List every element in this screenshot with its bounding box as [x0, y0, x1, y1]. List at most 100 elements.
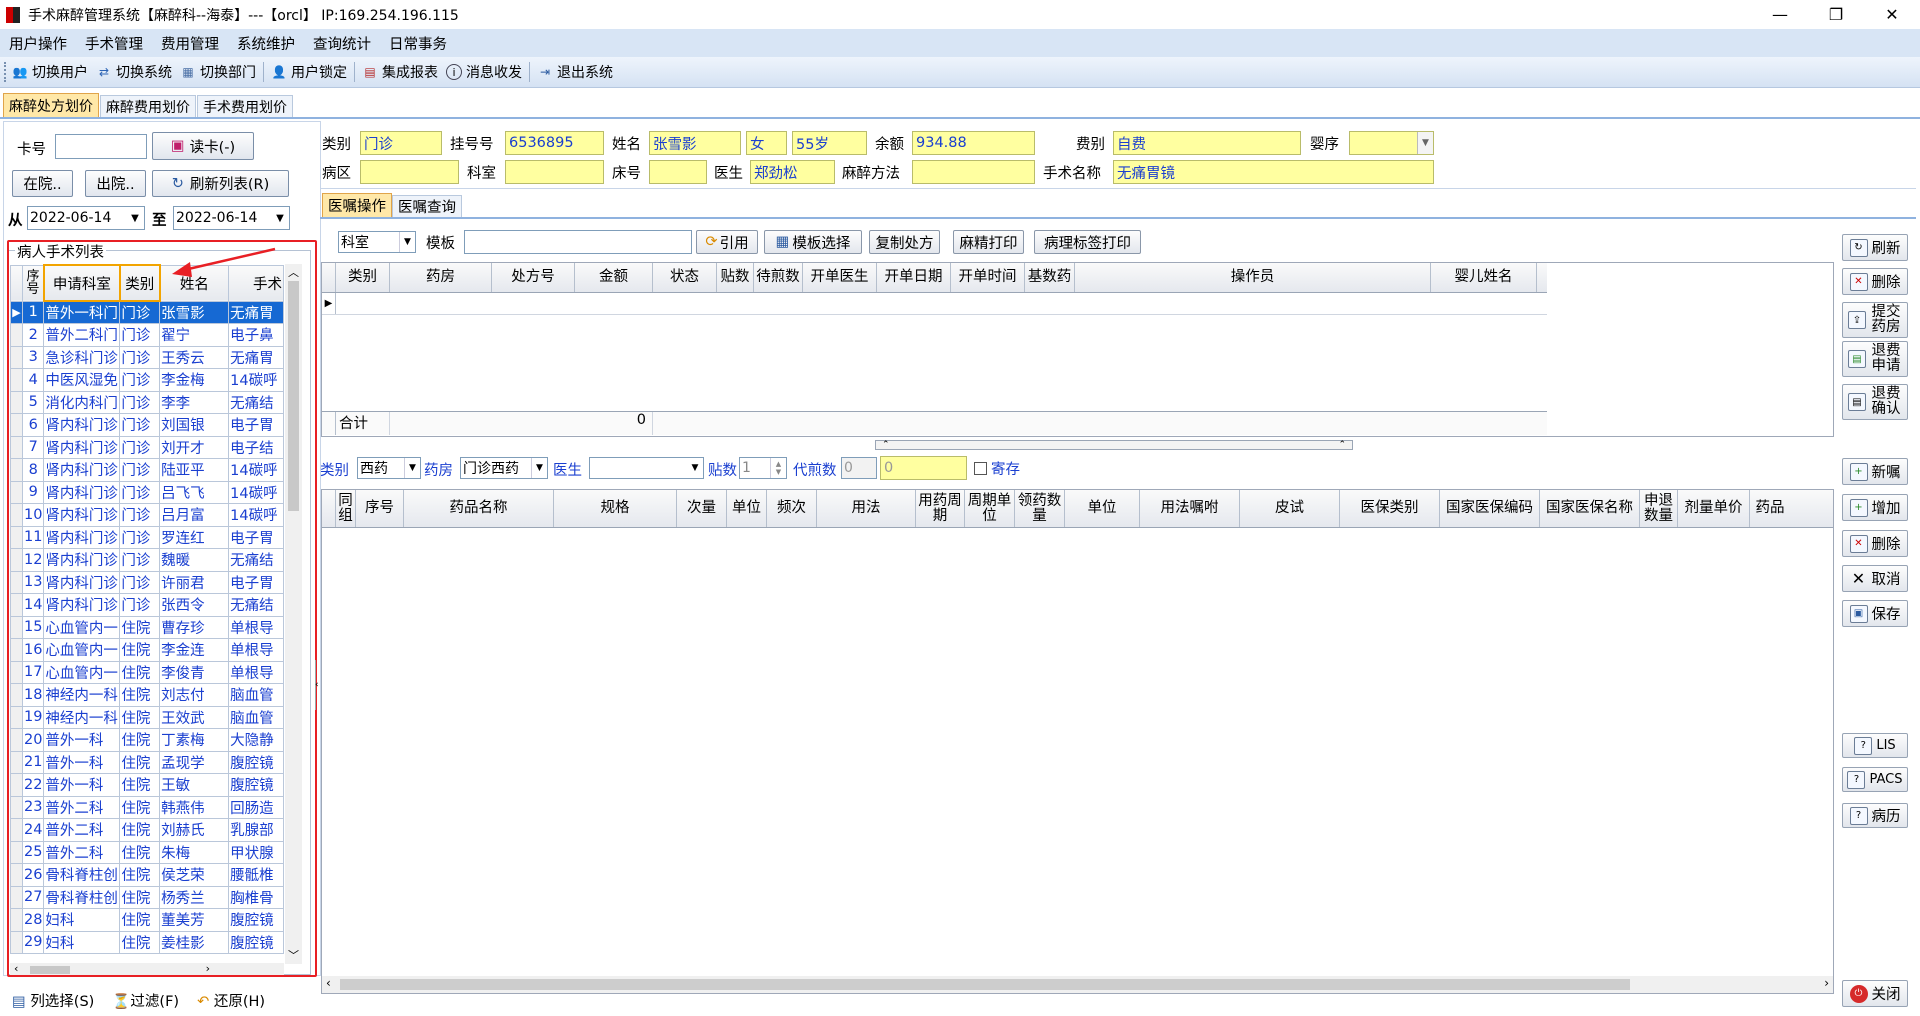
column-header-skin-test[interactable]: 皮试: [1240, 490, 1340, 527]
card-number-input[interactable]: [55, 134, 147, 159]
column-header-group[interactable]: 同组: [336, 490, 356, 527]
tab-anesthesia-fee[interactable]: 麻醉费用划价: [100, 95, 196, 117]
column-header-base-drug[interactable]: 基数药: [1025, 263, 1075, 292]
scroll-right-icon[interactable]: ›: [1824, 976, 1829, 990]
column-header-insurance-code[interactable]: 国家医保编码: [1440, 490, 1540, 527]
restore-button[interactable]: ↶ 还原(H): [197, 990, 265, 1011]
read-card-button[interactable]: ▣ 读卡(-): [152, 132, 254, 160]
column-header-time[interactable]: 开单时间: [951, 263, 1025, 292]
pharmacy-select[interactable]: 门诊西药 ▼: [460, 457, 548, 479]
drug-detail-grid[interactable]: 同组 序号 药品名称 规格 次量 单位 频次 用法 用药周期 周期单位 领药数量…: [321, 489, 1834, 994]
deposit-checkbox[interactable]: 寄存: [974, 458, 1020, 479]
column-header-prescription-no[interactable]: 处方号: [492, 263, 575, 292]
patient-age-field[interactable]: 55岁: [792, 131, 867, 155]
column-header-unit[interactable]: 单位: [727, 490, 767, 527]
column-select-button[interactable]: ▤ 列选择(S): [12, 990, 94, 1011]
fee-type-field[interactable]: 自费: [1113, 131, 1301, 155]
column-header-medication-cycle[interactable]: 用药周期: [916, 490, 965, 527]
column-header-cycle-unit[interactable]: 周期单位: [965, 490, 1015, 527]
drug-type-select[interactable]: 西药 ▼: [357, 457, 421, 479]
bed-field[interactable]: [649, 160, 707, 184]
column-header-infant-name[interactable]: 婴儿姓名: [1431, 263, 1537, 292]
stepper-icon[interactable]: ▲ ▼: [770, 458, 786, 478]
switch-department-button[interactable]: ▦ 切换部门: [176, 62, 260, 82]
narcotic-print-button[interactable]: 麻精打印: [953, 230, 1024, 254]
patient-sex-field[interactable]: 女: [746, 131, 787, 155]
template-input[interactable]: [464, 230, 692, 254]
integrated-report-button[interactable]: ▤ 集成报表: [358, 62, 442, 82]
decoct-amount-field[interactable]: 0: [880, 456, 967, 480]
menu-surgery[interactable]: 手术管理: [76, 33, 152, 54]
department-field[interactable]: [505, 160, 604, 184]
delete-order-button[interactable]: ✕ 删除: [1842, 268, 1908, 295]
column-header-date[interactable]: 开单日期: [877, 263, 951, 292]
refund-confirm-button[interactable]: ▤ 退费确认: [1842, 384, 1908, 420]
order-grid[interactable]: 类别 药房 处方号 金额 状态 贴数 待煎数 开单医生 开单日期 开单时间 基数…: [321, 262, 1834, 437]
doctor-select[interactable]: ▼: [589, 457, 704, 479]
refund-request-button[interactable]: ▤ 退费申请: [1842, 341, 1908, 377]
scroll-left-icon[interactable]: ‹: [326, 976, 331, 990]
horizontal-scrollbar[interactable]: ‹ ›: [322, 976, 1833, 993]
menu-fee[interactable]: 费用管理: [152, 33, 228, 54]
switch-system-button[interactable]: ⇄ 切换系统: [92, 62, 176, 82]
surgery-name-field[interactable]: 无痛胃镜: [1113, 160, 1434, 184]
tab-order-query[interactable]: 医嘱查询: [392, 195, 462, 217]
close-button[interactable]: ⏻ 关闭: [1842, 980, 1908, 1007]
infant-select[interactable]: ▼: [1349, 131, 1434, 155]
doctor-field[interactable]: 郑劲松: [750, 160, 835, 184]
ward-field[interactable]: [360, 160, 459, 184]
column-header-amount[interactable]: 金额: [575, 263, 653, 292]
column-header-instructions[interactable]: 用法嘱咐: [1140, 490, 1240, 527]
menu-user[interactable]: 用户操作: [0, 33, 76, 54]
menu-daily[interactable]: 日常事务: [380, 33, 456, 54]
medical-record-button[interactable]: ? 病历: [1842, 803, 1908, 828]
column-header-pharmacy[interactable]: 药房: [390, 263, 492, 292]
column-header-drug-name[interactable]: 药品名称: [404, 490, 554, 527]
pathology-label-print-button[interactable]: 病理标签打印: [1034, 230, 1141, 254]
new-order-button[interactable]: + 新嘱: [1842, 458, 1908, 485]
column-header-spec[interactable]: 规格: [554, 490, 677, 527]
patient-type-field[interactable]: 门诊: [360, 131, 442, 155]
column-header-drug[interactable]: 药品: [1750, 490, 1790, 527]
filter-button[interactable]: ⏳过滤(F): [112, 990, 179, 1011]
doses-stepper[interactable]: 1 ▲ ▼: [739, 457, 787, 479]
restore-button[interactable]: ❐: [1808, 0, 1864, 29]
pacs-button[interactable]: ? PACS: [1842, 767, 1908, 792]
panel-splitter[interactable]: ⌃ ⌃: [875, 440, 1353, 450]
column-header-refund-qty[interactable]: 申退数量: [1640, 490, 1678, 527]
date-from-picker[interactable]: 2022-06-14 ▼: [27, 206, 145, 230]
decoct-field[interactable]: 0: [841, 457, 877, 479]
minimize-button[interactable]: —: [1752, 0, 1808, 29]
menu-system[interactable]: 系统维护: [228, 33, 304, 54]
column-header-usage[interactable]: 用法: [817, 490, 916, 527]
column-header-type[interactable]: 类别: [336, 263, 390, 292]
order-grid-new-row[interactable]: ▶: [322, 293, 1547, 315]
patient-name-field[interactable]: 张雪影: [649, 131, 741, 155]
column-header-doses[interactable]: 贴数: [717, 263, 754, 292]
lis-button[interactable]: ? LIS: [1842, 733, 1908, 758]
anesthesia-method-field[interactable]: [912, 160, 1035, 184]
tab-order-operation[interactable]: 医嘱操作: [322, 193, 392, 217]
column-header-seq[interactable]: 序号: [356, 490, 404, 527]
scroll-thumb[interactable]: [340, 979, 1630, 990]
registration-field[interactable]: 6536895: [505, 131, 604, 155]
date-to-picker[interactable]: 2022-06-14 ▼: [173, 206, 290, 230]
delete-drug-button[interactable]: ✕ 删除: [1842, 530, 1908, 557]
tab-anesthesia-prescription[interactable]: 麻醉处方划价: [3, 93, 99, 117]
column-header-dispense-qty[interactable]: 领药数量: [1015, 490, 1065, 527]
column-header-status[interactable]: 状态: [653, 263, 717, 292]
cancel-button[interactable]: ✕ 取消: [1842, 565, 1908, 592]
column-header-insurance-name[interactable]: 国家医保名称: [1540, 490, 1640, 527]
add-button[interactable]: + 增加: [1842, 494, 1908, 521]
switch-user-button[interactable]: 👥 切换用户: [8, 62, 92, 82]
save-button[interactable]: ▣ 保存: [1842, 600, 1908, 627]
discharged-button[interactable]: 出院..: [85, 170, 146, 197]
quote-button[interactable]: ⟳ 引用: [696, 230, 758, 254]
exit-system-button[interactable]: ⇥ 退出系统: [533, 62, 617, 82]
column-header-operator[interactable]: 操作员: [1075, 263, 1431, 292]
message-button[interactable]: i 消息收发: [442, 62, 526, 82]
column-header-doctor[interactable]: 开单医生: [803, 263, 877, 292]
column-header-insurance-type[interactable]: 医保类别: [1340, 490, 1440, 527]
department-select[interactable]: 科室 ▼: [338, 231, 416, 253]
column-header-dispense-unit[interactable]: 单位: [1065, 490, 1140, 527]
